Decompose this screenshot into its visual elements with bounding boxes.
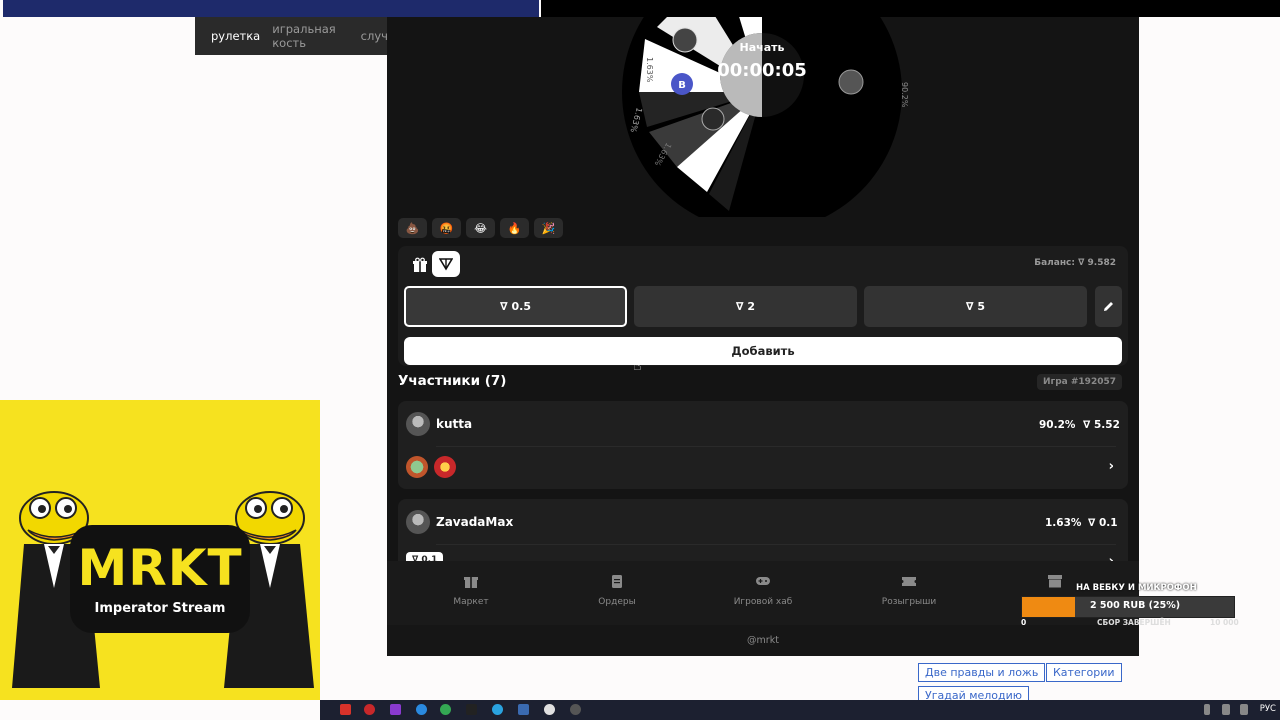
reaction-party-button[interactable]: 🎉 <box>534 218 563 238</box>
reaction-laugh-button[interactable]: 😂 <box>466 218 495 238</box>
participant-amount: ∇ 0.1 <box>1088 517 1118 529</box>
donation-min: 0 <box>1021 618 1027 627</box>
ticket-icon <box>902 577 916 586</box>
donation-max: 10 000 <box>1210 618 1239 627</box>
participant-percent: 90.2% <box>1039 419 1076 431</box>
amount-option-5[interactable]: ∇ 5 <box>864 286 1087 327</box>
reaction-angry-button[interactable]: 🤬 <box>432 218 461 238</box>
bet-panel: Баланс: ∇ 9.582 ∇ 0.5 ∇ 2 ∇ 5 Добавить <box>398 246 1128 366</box>
browser-top-bar <box>3 0 539 17</box>
chrome-icon[interactable] <box>440 704 451 715</box>
reaction-poop-button[interactable]: 💩 <box>398 218 427 238</box>
mrkt-app-window: B 1.63% 1.63% 1.63% 90.2% Начать 00:00:0… <box>387 17 1139 656</box>
browser-black-bar <box>541 0 1280 17</box>
mouse-cursor-icon: ☝ <box>633 358 642 374</box>
wheel-start-label: Начать <box>739 41 785 54</box>
divider <box>436 446 1116 447</box>
reaction-fire-button[interactable]: 🔥 <box>500 218 529 238</box>
telegram-icon[interactable] <box>492 704 503 715</box>
logo-title: MRKT <box>77 539 243 597</box>
logo-subtitle: Imperator Stream <box>94 601 226 616</box>
ton-toggle-button[interactable] <box>432 251 460 277</box>
gift-toggle-icon[interactable] <box>412 257 428 273</box>
app-icon[interactable] <box>518 704 529 715</box>
yandex-icon[interactable] <box>340 704 351 715</box>
reaction-bar: 💩 🤬 😂 🔥 🎉 <box>398 218 563 238</box>
tab-roulette[interactable]: рулетка <box>211 29 260 43</box>
windows-taskbar: РУС <box>320 700 1280 720</box>
avatar <box>406 412 430 436</box>
nav-market-label: Маркет <box>453 597 489 607</box>
volume-icon[interactable] <box>1222 704 1230 715</box>
clipboard-icon <box>612 575 622 588</box>
nav-giveaways[interactable]: Розыгрыши <box>869 573 949 607</box>
chevron-right-icon[interactable]: › <box>1109 459 1114 474</box>
pencil-icon <box>1104 302 1113 311</box>
nav-orders[interactable]: Ордеры <box>577 573 657 607</box>
opera-icon[interactable] <box>364 704 375 715</box>
segment-label-4: 90.2% <box>900 82 909 108</box>
avatar <box>406 510 430 534</box>
gift-chip-icon <box>434 456 456 478</box>
segment-avatar-kutta <box>838 69 864 95</box>
segment-avatar-2 <box>701 107 725 131</box>
nav-game-hub[interactable]: Игровой хаб <box>723 573 803 607</box>
link-two-truths[interactable]: Две правды и ложь <box>918 663 1046 682</box>
participant-name: kutta <box>436 417 473 431</box>
avatar-letter: B <box>678 80 686 91</box>
amount-option-0-5[interactable]: ∇ 0.5 <box>404 286 627 327</box>
segment-label-1: 1.63% <box>645 57 654 83</box>
tab-dice[interactable]: игральная кость <box>272 22 348 50</box>
gift-chip-icon <box>406 456 428 478</box>
obs-icon[interactable] <box>570 704 581 715</box>
battery-icon[interactable] <box>1240 704 1248 715</box>
microphone-icon[interactable] <box>1204 704 1210 715</box>
wheel-timer: 00:00:05 <box>717 60 807 81</box>
footer-handle: @mrkt <box>387 625 1139 656</box>
gift-icon <box>464 577 478 588</box>
game-id-badge: Игра #192057 <box>1037 374 1122 390</box>
ton-icon <box>439 258 453 271</box>
divider <box>436 544 1116 545</box>
nav-giveaways-label: Розыгрыши <box>881 597 937 607</box>
archive-icon <box>1048 575 1062 588</box>
add-button[interactable]: Добавить <box>404 337 1122 365</box>
link-categories[interactable]: Категории <box>1046 663 1122 682</box>
nav-orders-label: Ордеры <box>598 597 636 607</box>
donation-progress-fill <box>1022 597 1075 617</box>
gamepad-icon <box>756 577 770 585</box>
background-tabs: рулетка игральная кость случа <box>195 17 395 55</box>
language-indicator[interactable]: РУС <box>1260 704 1276 714</box>
stream-logo-card: MRKT Imperator Stream <box>0 400 320 700</box>
balance-text: Баланс: ∇ 9.582 <box>1034 258 1116 268</box>
donation-progress-text: 2 500 RUB (25%) <box>1090 600 1181 611</box>
participant-amount: ∇ 5.52 <box>1083 419 1120 431</box>
participant-name: ZavadaMax <box>436 515 514 529</box>
app-icon[interactable] <box>466 704 477 715</box>
edit-amount-button[interactable] <box>1095 286 1122 327</box>
donation-goal-title: НА ВЕБКУ И МИКРОФОН <box>1076 583 1197 593</box>
mrkt-logo: MRKT Imperator Stream <box>70 525 250 633</box>
nav-game-hub-label: Игровой хаб <box>733 597 793 607</box>
segment-avatar-1 <box>672 27 698 53</box>
yandex-browser-icon[interactable] <box>544 704 555 715</box>
participants-title: Участники (7) <box>398 373 507 389</box>
app-icon[interactable] <box>416 704 427 715</box>
nav-market[interactable]: Маркет <box>431 573 511 607</box>
participant-card[interactable]: kutta 90.2% ∇ 5.52 › <box>398 401 1128 489</box>
app-icon[interactable] <box>390 704 401 715</box>
amount-option-2[interactable]: ∇ 2 <box>634 286 857 327</box>
participant-percent: 1.63% <box>1045 517 1082 529</box>
donation-status: СБОР ЗАВЕРШЁН <box>1097 618 1171 627</box>
